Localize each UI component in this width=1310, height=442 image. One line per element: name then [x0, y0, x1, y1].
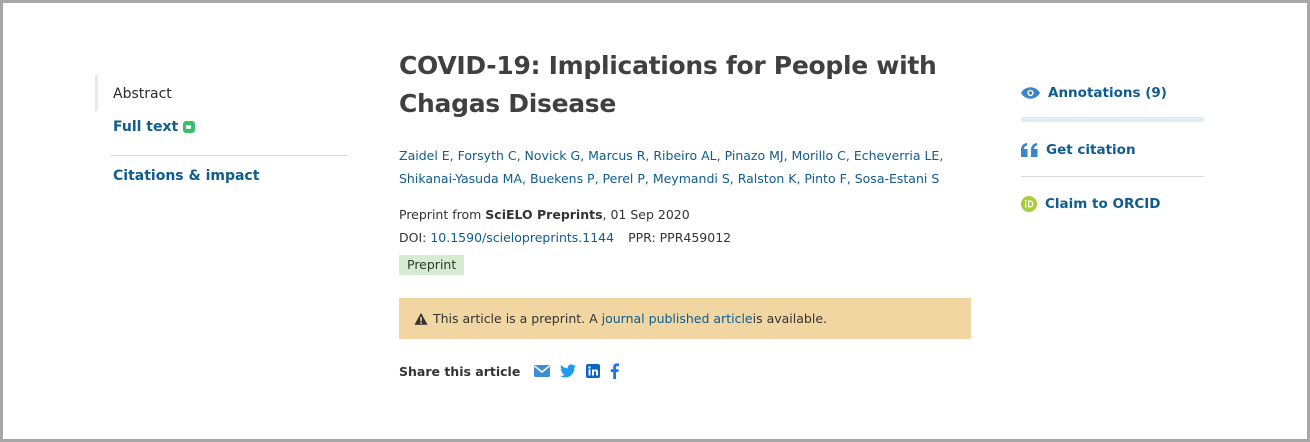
author-separator: , — [716, 148, 725, 163]
get-citation-link[interactable]: Get citation — [1021, 140, 1204, 160]
source-line: Preprint from SciELO Preprints, 01 Sep 2… — [399, 203, 971, 226]
warning-icon — [414, 312, 428, 325]
author-separator: , — [580, 148, 589, 163]
article-title: COVID-19: Implications for People with C… — [399, 51, 937, 118]
share-section: Share this article — [399, 363, 971, 379]
linkedin-icon[interactable] — [586, 364, 601, 378]
author-separator: , — [522, 171, 530, 186]
author-separator: , — [516, 148, 525, 163]
author-separator: , — [939, 148, 944, 163]
author-link[interactable]: Morillo C — [792, 148, 846, 163]
author-link[interactable]: Pinazo MJ — [725, 148, 784, 163]
source-prefix: Preprint from — [399, 207, 486, 222]
citation-divider — [1021, 176, 1204, 177]
author-link[interactable]: Ralston K — [738, 171, 797, 186]
author-separator: , — [644, 171, 653, 186]
page-frame: Abstract Full text Citations & impact CO… — [0, 0, 1310, 442]
nav-abstract[interactable]: Abstract — [95, 75, 348, 111]
quote-icon — [1021, 143, 1038, 157]
notice-prefix: This article is a preprint. A — [433, 311, 598, 326]
author-link[interactable]: Shikanai-Yasuda MA — [399, 171, 522, 186]
doi-link[interactable]: 10.1590/scielopreprints.1144 — [430, 230, 614, 245]
author-link[interactable]: Marcus R — [588, 148, 645, 163]
nav-abstract-label: Abstract — [113, 86, 172, 102]
orcid-icon — [1021, 196, 1037, 212]
share-icons — [534, 363, 629, 379]
author-link[interactable]: Perel P — [603, 171, 645, 186]
author-link[interactable]: Forsyth C — [458, 148, 517, 163]
author-link[interactable]: Ribeiro AL — [653, 148, 716, 163]
article-main: COVID-19: Implications for People with C… — [399, 47, 971, 379]
author-separator: , — [846, 171, 855, 186]
preprint-notice: This article is a preprint. A journal pu… — [399, 298, 971, 339]
facebook-icon[interactable] — [610, 363, 620, 379]
notice-suffix: is available. — [752, 311, 827, 326]
eye-icon — [1021, 87, 1040, 99]
get-citation-label: Get citation — [1046, 142, 1136, 158]
nav-full-text-label: Full text — [113, 119, 179, 135]
claim-orcid-link[interactable]: Claim to ORCID — [1021, 194, 1204, 214]
author-separator: , — [729, 171, 738, 186]
ppr-id: PPR: PPR459012 — [628, 230, 732, 245]
publication-date: , 01 Sep 2020 — [602, 207, 690, 222]
author-separator: , — [594, 171, 603, 186]
annotations-divider — [1021, 117, 1204, 122]
author-link[interactable]: Zaidel E — [399, 148, 450, 163]
share-label: Share this article — [399, 363, 521, 379]
author-link[interactable]: Sosa-Estani S — [855, 171, 940, 186]
author-list: Zaidel E, Forsyth C, Novick G, Marcus R,… — [399, 144, 971, 190]
annotations-link[interactable]: Annotations (9) — [1021, 83, 1204, 103]
author-link[interactable]: Novick G — [525, 148, 581, 163]
twitter-icon[interactable] — [560, 364, 577, 378]
open-access-lock-icon — [183, 121, 196, 133]
article-meta: Preprint from SciELO Preprints, 01 Sep 2… — [399, 203, 971, 249]
author-separator: , — [449, 148, 458, 163]
left-nav: Abstract Full text Citations & impact — [95, 75, 348, 184]
source-name: SciELO Preprints — [485, 207, 603, 222]
author-separator: , — [783, 148, 792, 163]
nav-citations-label: Citations & impact — [113, 168, 260, 184]
email-icon[interactable] — [534, 365, 551, 377]
author-link[interactable]: Meymandi S — [653, 171, 730, 186]
author-separator: , — [845, 148, 854, 163]
author-link[interactable]: Echeverria LE — [854, 148, 940, 163]
claim-orcid-label: Claim to ORCID — [1045, 196, 1161, 212]
doi-label: DOI: — [399, 230, 431, 245]
journal-article-link[interactable]: journal published article — [602, 311, 753, 326]
preprint-badge: Preprint — [399, 255, 465, 275]
author-link[interactable]: Pinto F — [804, 171, 846, 186]
identifier-line: DOI: 10.1590/scielopreprints.1144 PPR: PP… — [399, 226, 971, 249]
nav-citations-impact[interactable]: Citations & impact — [95, 156, 348, 184]
right-sidebar: Annotations (9) Get citation Claim to OR… — [1021, 83, 1204, 214]
author-link[interactable]: Buekens P — [530, 171, 595, 186]
nav-full-text[interactable]: Full text — [95, 111, 348, 139]
annotations-label: Annotations (9) — [1048, 85, 1167, 101]
